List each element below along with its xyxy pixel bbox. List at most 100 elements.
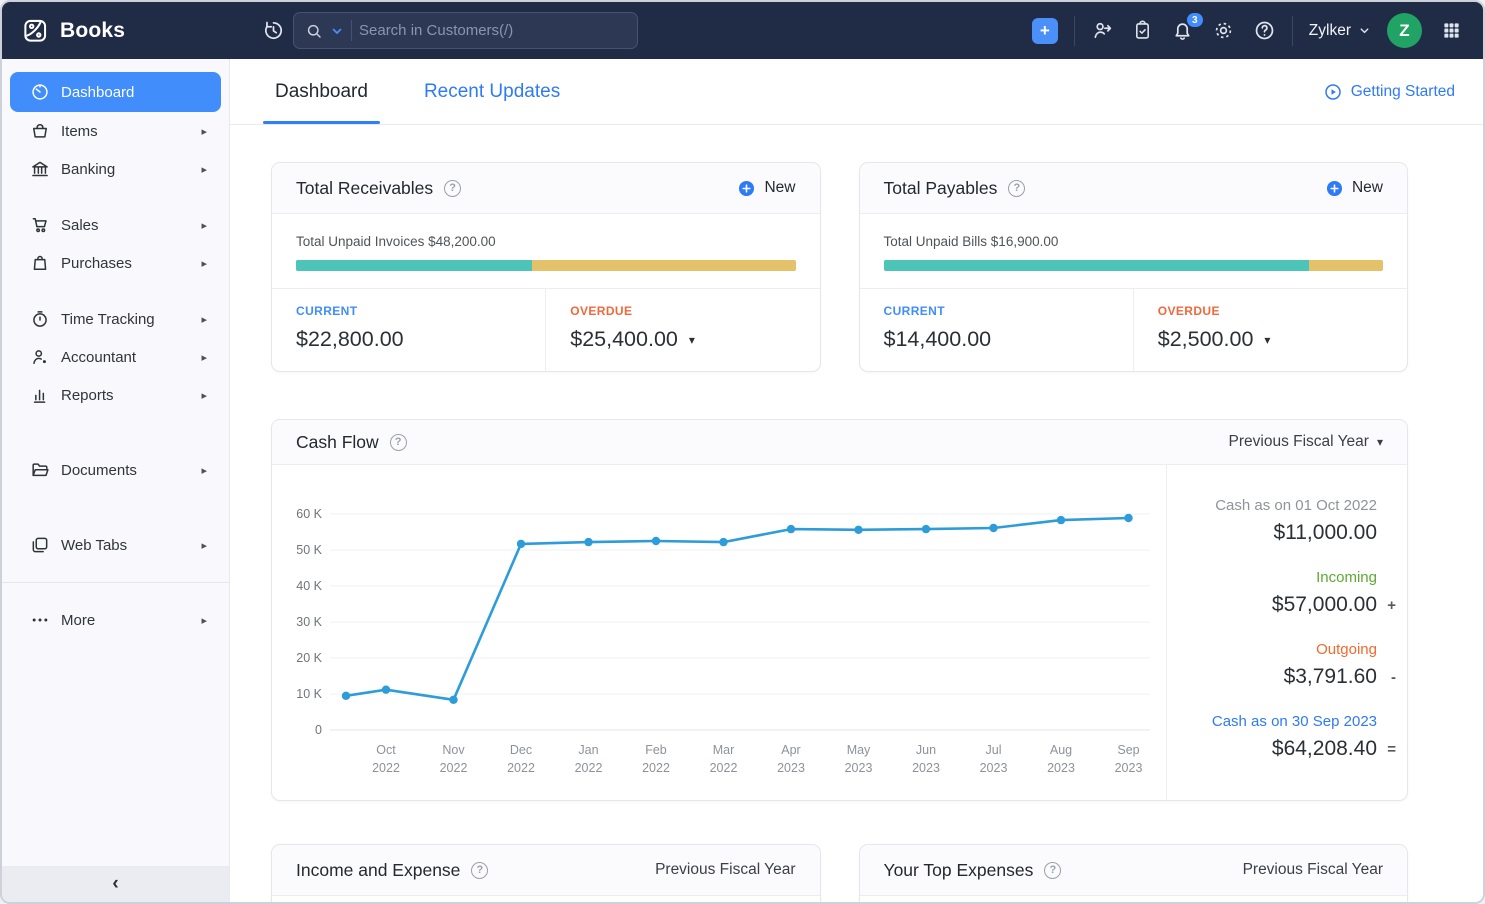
caret-down-icon[interactable]: ▾ <box>689 333 695 347</box>
svg-text:2022: 2022 <box>507 761 535 775</box>
org-switcher[interactable]: Zylker <box>1309 22 1371 40</box>
current-label: CURRENT <box>296 304 358 318</box>
svg-text:Sep: Sep <box>1117 743 1139 757</box>
dashboard-content: Total Receivables ? New Total Unpaid Inv… <box>230 125 1483 902</box>
income-expense-period-select[interactable]: Previous Fiscal Year <box>655 861 795 879</box>
search-bar[interactable] <box>293 12 638 49</box>
svg-text:20 K: 20 K <box>296 651 322 665</box>
sidebar-item-sales[interactable]: Sales ▸ <box>10 206 221 244</box>
total-receivables-card: Total Receivables ? New Total Unpaid Inv… <box>271 162 821 372</box>
svg-text:2023: 2023 <box>1047 761 1075 775</box>
recent-history-button[interactable] <box>262 19 285 42</box>
plus-circle-icon <box>739 180 755 196</box>
overdue-label: OVERDUE <box>570 304 633 318</box>
sidebar: Dashboard Items ▸ Banking ▸ Sales ▸ Purc… <box>2 59 230 902</box>
documents-folder-icon <box>30 460 50 480</box>
sidebar-item-documents[interactable]: Documents ▸ <box>10 451 221 489</box>
search-divider <box>351 20 352 41</box>
top-expenses-period-select[interactable]: Previous Fiscal Year <box>1243 861 1383 879</box>
chevron-right-icon: ▸ <box>201 219 207 232</box>
svg-text:Oct: Oct <box>376 743 396 757</box>
referral-button[interactable] <box>1091 19 1114 42</box>
chevron-right-icon: ▸ <box>201 351 207 364</box>
help-icon[interactable]: ? <box>389 433 407 451</box>
svg-text:0: 0 <box>315 723 322 737</box>
topbar-divider <box>1291 15 1293 46</box>
chevron-right-icon: ▸ <box>201 163 207 176</box>
quick-create-button[interactable]: + <box>1031 17 1058 44</box>
help-icon[interactable]: ? <box>444 179 462 197</box>
svg-text:2023: 2023 <box>777 761 805 775</box>
unpaid-bills-summary: Total Unpaid Bills $16,900.00 <box>883 234 1059 249</box>
app-logo[interactable]: Books <box>2 17 230 44</box>
chevron-right-icon: ▸ <box>201 257 207 270</box>
books-logo-icon <box>24 19 47 42</box>
unpaid-invoices-summary: Total Unpaid Invoices $48,200.00 <box>296 234 496 249</box>
notifications-button[interactable]: 3 <box>1171 13 1203 42</box>
svg-text:Apr: Apr <box>781 743 800 757</box>
search-input[interactable] <box>359 22 626 39</box>
sidebar-item-time-tracking[interactable]: Time Tracking ▸ <box>10 300 221 338</box>
svg-text:Feb: Feb <box>645 743 667 757</box>
avatar[interactable]: Z <box>1387 13 1422 48</box>
svg-text:50 K: 50 K <box>296 543 322 557</box>
sidebar-collapse-button[interactable]: ‹ <box>2 866 229 902</box>
svg-text:2022: 2022 <box>440 761 468 775</box>
chevron-right-icon: ▸ <box>201 313 207 326</box>
clipboard-check-icon <box>1135 20 1149 39</box>
overdue-value: $25,400.00 ▾ <box>570 327 695 351</box>
accountant-icon <box>30 347 50 367</box>
svg-text:2023: 2023 <box>980 761 1008 775</box>
svg-text:2022: 2022 <box>710 761 738 775</box>
sidebar-item-reports[interactable]: Reports ▸ <box>10 376 221 414</box>
caret-down-icon[interactable]: ▾ <box>1264 333 1270 347</box>
current-label: CURRENT <box>883 304 945 318</box>
opening-balance: Cash as on 01 Oct 2022 $11,000.00 <box>1215 497 1377 544</box>
search-scope-chevron-icon[interactable] <box>330 24 344 38</box>
web-tabs-icon <box>30 535 50 555</box>
search-icon <box>307 24 321 38</box>
receivables-title: Total Receivables <box>296 177 434 198</box>
tab-dashboard[interactable]: Dashboard <box>263 60 380 124</box>
closing-balance-link[interactable]: Cash as on 30 Sep 2023 <box>1167 713 1377 730</box>
sidebar-item-purchases[interactable]: Purchases ▸ <box>10 244 221 282</box>
svg-text:30 K: 30 K <box>296 615 322 629</box>
plus-circle-icon <box>1326 180 1343 196</box>
svg-text:Jun: Jun <box>916 743 936 757</box>
svg-text:Jul: Jul <box>986 743 1002 757</box>
gear-icon <box>1215 22 1232 39</box>
overdue-value: $2,500.00 ▾ <box>1157 327 1271 351</box>
cash-flow-card: Cash Flow ? Previous Fiscal Year ▾ 0 10 K… <box>271 419 1408 801</box>
sidebar-item-dashboard[interactable]: Dashboard <box>10 72 221 112</box>
app-window: Books + <box>0 0 1485 904</box>
new-receivable-button[interactable]: New <box>737 179 796 198</box>
svg-text:2022: 2022 <box>575 761 603 775</box>
cash-flow-period-select[interactable]: Previous Fiscal Year ▾ <box>1229 433 1383 451</box>
sidebar-item-items[interactable]: Items ▸ <box>10 112 221 150</box>
help-icon[interactable]: ? <box>1008 179 1026 197</box>
svg-text:2023: 2023 <box>1115 761 1143 775</box>
history-icon <box>265 21 283 40</box>
sidebar-item-more[interactable]: More ▸ <box>10 601 221 639</box>
purchases-bag-icon <box>30 253 50 273</box>
sidebar-item-web-tabs[interactable]: Web Tabs ▸ <box>10 526 221 564</box>
refer-user-icon <box>1094 22 1112 39</box>
sidebar-item-accountant[interactable]: Accountant ▸ <box>10 338 221 376</box>
tab-recent-updates[interactable]: Recent Updates <box>418 60 566 123</box>
svg-text:Aug: Aug <box>1050 743 1072 757</box>
help-icon[interactable]: ? <box>1044 861 1062 879</box>
settings-button[interactable] <box>1212 19 1235 42</box>
getting-started-link[interactable]: Getting Started <box>1323 82 1455 102</box>
new-payable-button[interactable]: New <box>1325 179 1383 198</box>
current-value: $14,400.00 <box>883 327 992 351</box>
tasks-button[interactable] <box>1132 20 1153 41</box>
closing-balance: Cash as on 30 Sep 2023 $64,208.40 = <box>1167 713 1407 761</box>
sidebar-item-banking[interactable]: Banking ▸ <box>10 150 221 188</box>
income-expense-title: Income and Expense <box>296 859 461 880</box>
help-icon[interactable]: ? <box>471 861 489 879</box>
current-value: $22,800.00 <box>296 327 404 351</box>
income-expense-card: Income and Expense ? Previous Fiscal Yea… <box>271 844 821 902</box>
reports-icon <box>30 385 50 405</box>
apps-button[interactable] <box>1442 21 1461 40</box>
help-button[interactable] <box>1253 19 1276 42</box>
